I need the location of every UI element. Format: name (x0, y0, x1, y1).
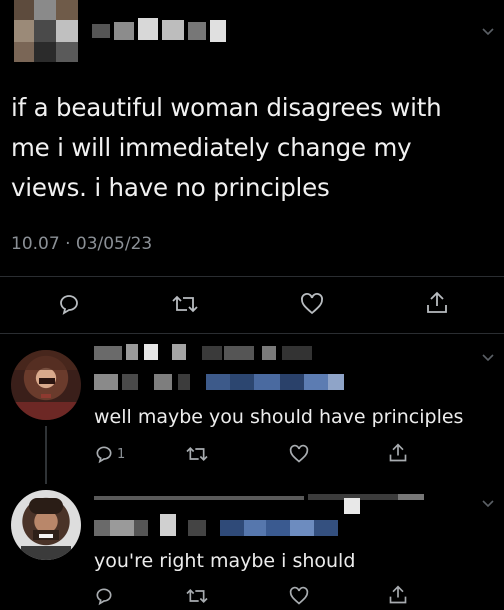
divider (0, 333, 504, 334)
reply-1-more-button[interactable] (481, 350, 495, 364)
chevron-down-icon (482, 500, 494, 508)
reply-1-text: well maybe you should have principles (94, 406, 464, 428)
chevron-down-icon (482, 28, 494, 36)
reply-1-author-redacted[interactable] (94, 344, 344, 394)
thread-connector-line (45, 426, 47, 484)
like-button[interactable] (289, 586, 309, 610)
reply-2-more-button[interactable] (481, 496, 495, 510)
retweet-button[interactable] (172, 292, 198, 316)
main-tweet-actions (0, 288, 504, 324)
share-icon (389, 585, 407, 604)
retweet-button[interactable] (186, 444, 208, 468)
reply-1-avatar[interactable] (11, 350, 81, 420)
retweet-icon (172, 295, 198, 313)
like-button[interactable] (300, 292, 324, 316)
main-tweet-author-name-redacted[interactable] (92, 18, 232, 44)
retweet-icon (186, 446, 208, 462)
retweet-button[interactable] (186, 586, 208, 610)
heart-icon (289, 444, 309, 463)
reply-1-actions: 1 (94, 442, 494, 470)
share-icon (427, 291, 447, 313)
share-button[interactable] (425, 290, 449, 316)
reply-2-avatar[interactable] (11, 490, 81, 560)
divider (0, 276, 504, 277)
share-button[interactable] (388, 584, 408, 610)
main-tweet-text: if a beautiful woman disagrees with me i… (11, 93, 442, 202)
reply-button[interactable] (94, 586, 114, 610)
reply-2-actions (94, 584, 494, 606)
reply-icon (96, 588, 112, 606)
main-tweet-timestamp[interactable]: 10.07 · 03/05/23 (11, 234, 152, 254)
reply-2-author-redacted[interactable] (94, 494, 424, 542)
heart-icon (289, 586, 309, 605)
reply-count: 1 (117, 446, 126, 462)
reply-button[interactable]: 1 (94, 444, 125, 464)
main-tweet-more-button[interactable] (481, 24, 495, 38)
main-tweet-avatar[interactable] (14, 0, 78, 62)
share-icon (389, 443, 407, 462)
reply-icon (60, 295, 78, 315)
retweet-icon (186, 588, 208, 604)
heart-icon (301, 293, 323, 315)
chevron-down-icon (482, 354, 494, 362)
reply-button[interactable] (57, 292, 81, 316)
reply-icon (96, 446, 112, 464)
like-button[interactable] (289, 444, 309, 468)
share-button[interactable] (388, 442, 408, 468)
reply-2-text: you're right maybe i should (94, 550, 356, 572)
